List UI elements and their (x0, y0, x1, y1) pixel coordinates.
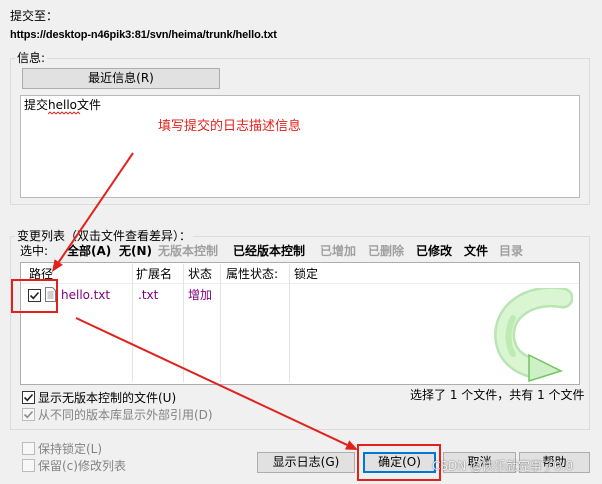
keep-changelists-checkbox[interactable]: 保留(c)修改列表 (22, 458, 126, 473)
tortoisesvn-logo-icon (494, 288, 573, 382)
row-extension: .txt (138, 288, 159, 302)
column-header-path[interactable]: 路径 (29, 267, 53, 281)
ok-button[interactable]: 确定(O) (363, 452, 436, 473)
row-status: 增加 (188, 288, 213, 302)
commit-message-input[interactable]: 提交hello文件 (20, 95, 580, 198)
keep-locks-checkbox[interactable]: 保持锁定(L) (22, 441, 103, 456)
header-divider (21, 283, 579, 284)
changed-files-list[interactable]: 路径 扩展名 状态 属性状态: 锁定 hello.txt .txt 增加 (20, 262, 580, 385)
column-divider[interactable] (132, 264, 133, 382)
show-externals-checkbox[interactable]: 从不同的版本库显示外部引用(D) (22, 407, 213, 422)
repository-url: https://desktop-n46pik3:81/svn/heima/tru… (10, 29, 277, 41)
checkbox-box[interactable] (22, 390, 35, 404)
column-divider[interactable] (289, 264, 290, 382)
filter-deleted[interactable]: 已删除 (368, 244, 404, 258)
commit-to-label: 提交至： (10, 9, 59, 23)
filter-files[interactable]: 文件 (464, 244, 488, 258)
filter-unversioned[interactable]: 无版本控制 (158, 244, 218, 258)
commit-message-text: 提交hello文件 (24, 98, 101, 112)
column-header-status[interactable]: 状态 (188, 267, 212, 281)
keep-locks-label: 保持锁定(L) (38, 441, 103, 456)
recent-messages-button[interactable]: 最近信息(R) (22, 68, 220, 89)
show-log-button[interactable]: 显示日志(G) (257, 452, 355, 473)
spellcheck-underline (48, 111, 81, 115)
filter-added[interactable]: 已增加 (320, 244, 356, 258)
checkbox-box[interactable] (22, 407, 35, 421)
column-divider[interactable] (220, 264, 221, 382)
checkbox-box[interactable] (22, 441, 35, 455)
column-header-extension[interactable]: 扩展名 (136, 267, 172, 281)
column-header-lock[interactable]: 锁定 (294, 267, 318, 281)
selection-summary: 选择了 1 个文件，共有 1 个文件 (410, 388, 585, 402)
row-path: hello.txt (61, 288, 111, 302)
select-label: 选中: (20, 244, 49, 258)
keep-changelists-label: 保留(c)修改列表 (38, 458, 126, 473)
filter-none[interactable]: 无(N) (119, 244, 152, 258)
filter-directories[interactable]: 目录 (499, 244, 523, 258)
show-unversioned-label: 显示无版本控制的文件(U) (38, 390, 177, 405)
row-checkbox[interactable] (28, 289, 41, 302)
checkbox-box[interactable] (22, 458, 35, 472)
column-header-property-status[interactable]: 属性状态: (226, 267, 278, 281)
filter-all[interactable]: 全部(A) (67, 244, 111, 258)
show-unversioned-checkbox[interactable]: 显示无版本控制的文件(U) (22, 390, 177, 405)
column-divider[interactable] (183, 264, 184, 382)
watermark: CSDN @快乐就完事了0.0 (432, 459, 574, 473)
changes-group-title: 变更列表（双击文件查看差异）： (15, 229, 194, 243)
annotation-note: 填写提交的日志描述信息 (158, 119, 302, 134)
filter-versioned[interactable]: 已经版本控制 (233, 244, 305, 258)
show-externals-label: 从不同的版本库显示外部引用(D) (38, 407, 213, 422)
message-group-title: 信息: (15, 51, 48, 65)
filter-modified[interactable]: 已修改 (416, 244, 452, 258)
text-file-icon (45, 287, 56, 305)
